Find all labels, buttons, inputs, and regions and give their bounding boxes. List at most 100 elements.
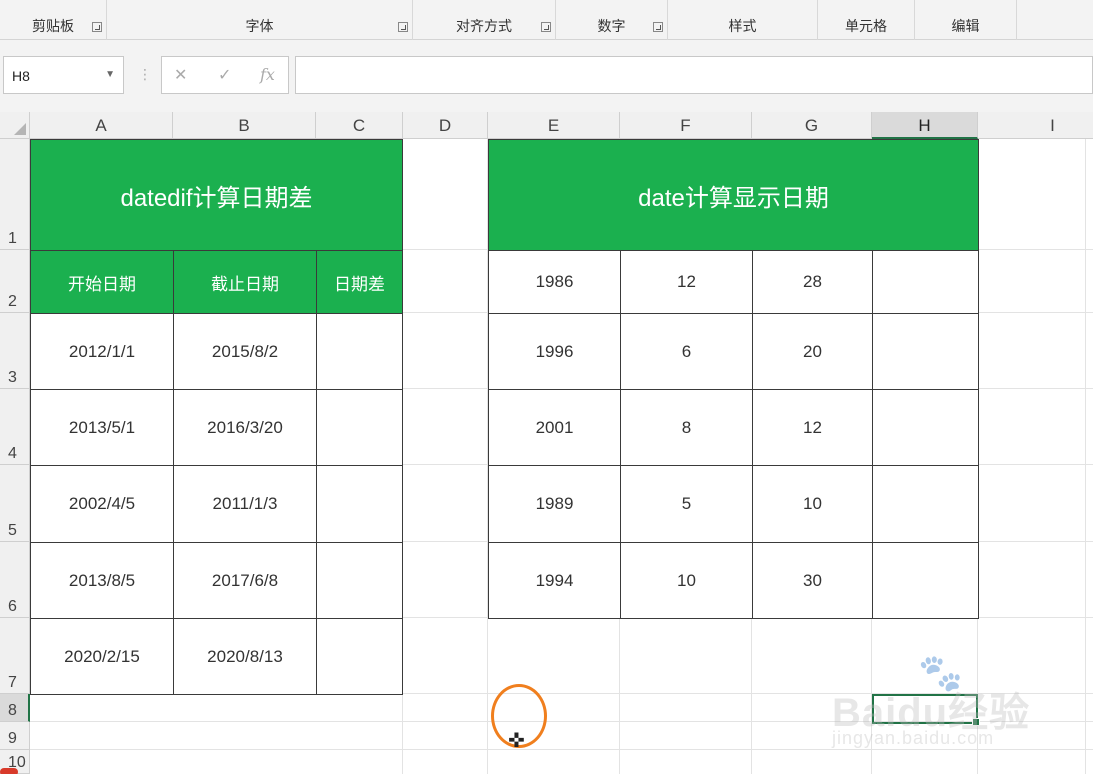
ribbon-group-font[interactable]: 字体 — [107, 0, 413, 40]
row-header-4[interactable]: 4 — [0, 389, 30, 465]
row-header-3[interactable]: 3 — [0, 313, 30, 389]
row-number: 7 — [8, 674, 17, 691]
ribbon-group-label: 字体 — [245, 18, 274, 34]
formula-bar: H8 ▼ ⋮ ✕ ✓ fx — [0, 40, 1093, 112]
date-table: date计算显示日期 1986 12 28 1996 6 20 2001 8 1… — [488, 139, 979, 619]
start-date-cell[interactable]: 2002/4/5 — [31, 466, 174, 543]
ribbon-group-label: 样式 — [728, 18, 757, 34]
end-date-cell[interactable]: 2020/8/13 — [174, 619, 317, 695]
day-cell[interactable]: 20 — [753, 314, 873, 390]
ribbon-group-cells[interactable]: 单元格 — [818, 0, 915, 40]
ribbon-group-editing[interactable]: 编辑 — [915, 0, 1017, 40]
dialog-launcher-icon[interactable] — [653, 22, 663, 32]
header-date-diff[interactable]: 日期差 — [317, 251, 403, 314]
watermark-url: jingyan.baidu.com — [832, 728, 995, 748]
datedif-title[interactable]: datedif计算日期差 — [31, 140, 403, 251]
row-header-8[interactable]: 8 — [0, 694, 30, 722]
ribbon-group-number[interactable]: 数字 — [556, 0, 668, 40]
end-date-cell[interactable]: 2015/8/2 — [174, 314, 317, 390]
cancel-icon[interactable]: ✕ — [174, 65, 187, 85]
date-diff-cell[interactable] — [317, 314, 403, 390]
date-diff-cell[interactable] — [317, 543, 403, 619]
end-date-cell[interactable]: 2011/1/3 — [174, 466, 317, 543]
insert-function-icon[interactable]: fx — [260, 65, 275, 84]
row-number: 5 — [8, 522, 17, 539]
ribbon-group-label: 单元格 — [845, 18, 887, 34]
recording-indicator — [0, 768, 18, 774]
column-header-h[interactable]: H — [872, 112, 978, 139]
year-cell[interactable]: 1986 — [489, 251, 621, 314]
select-all-corner[interactable] — [0, 112, 30, 139]
start-date-cell[interactable]: 2013/5/1 — [31, 390, 174, 466]
year-cell[interactable]: 1994 — [489, 543, 621, 619]
result-cell[interactable] — [873, 251, 979, 314]
dialog-launcher-icon[interactable] — [398, 22, 408, 32]
row-number: 3 — [8, 369, 17, 386]
column-header-i[interactable]: I — [978, 112, 1093, 139]
end-date-cell[interactable]: 2017/6/8 — [174, 543, 317, 619]
column-header-f[interactable]: F — [620, 112, 752, 139]
row-number: 9 — [8, 730, 17, 747]
baidu-watermark: 🐾 Baidu经验 jingyan.baidu.com — [832, 652, 1038, 752]
start-date-cell[interactable]: 2012/1/1 — [31, 314, 174, 390]
row-header-2[interactable]: 2 — [0, 250, 30, 313]
row-header-6[interactable]: 6 — [0, 542, 30, 618]
month-cell[interactable]: 10 — [621, 543, 753, 619]
formula-buttons: ✕ ✓ fx — [161, 56, 289, 94]
month-cell[interactable]: 8 — [621, 390, 753, 466]
ribbon-group-styles[interactable]: 样式 — [668, 0, 818, 40]
date-diff-cell[interactable] — [317, 466, 403, 543]
month-cell[interactable]: 6 — [621, 314, 753, 390]
result-cell[interactable] — [873, 390, 979, 466]
column-header-c[interactable]: C — [316, 112, 403, 139]
column-header-b[interactable]: B — [173, 112, 316, 139]
cell-cursor-icon: ✜ — [508, 730, 525, 752]
row-header-9[interactable]: 9 — [0, 722, 30, 750]
date-title[interactable]: date计算显示日期 — [489, 140, 979, 251]
row-number: 8 — [8, 702, 17, 719]
ribbon-group-labels: 剪贴板 字体 对齐方式 数字 样式 单元格 编辑 — [0, 0, 1093, 40]
header-start-date[interactable]: 开始日期 — [31, 251, 174, 314]
ribbon-group-label: 数字 — [597, 18, 626, 34]
year-cell[interactable]: 1989 — [489, 466, 621, 543]
datedif-table: datedif计算日期差 开始日期 截止日期 日期差 2012/1/1 2015… — [30, 139, 403, 695]
dialog-launcher-icon[interactable] — [92, 22, 102, 32]
drag-handle-icon[interactable]: ⋮ — [138, 66, 152, 83]
row-header-5[interactable]: 5 — [0, 465, 30, 542]
row-header-1[interactable]: 1 — [0, 139, 30, 250]
date-diff-cell[interactable] — [317, 619, 403, 695]
day-cell[interactable]: 28 — [753, 251, 873, 314]
row-number: 6 — [8, 598, 17, 615]
column-header-g[interactable]: G — [752, 112, 872, 139]
name-box[interactable]: H8 ▼ — [3, 56, 124, 94]
start-date-cell[interactable]: 2020/2/15 — [31, 619, 174, 695]
row-header-7[interactable]: 7 — [0, 618, 30, 694]
formula-input[interactable] — [295, 56, 1093, 94]
day-cell[interactable]: 12 — [753, 390, 873, 466]
enter-icon[interactable]: ✓ — [218, 65, 231, 85]
dialog-launcher-icon[interactable] — [541, 22, 551, 32]
name-box-value: H8 — [12, 68, 30, 84]
column-header-d[interactable]: D — [403, 112, 488, 139]
end-date-cell[interactable]: 2016/3/20 — [174, 390, 317, 466]
result-cell[interactable] — [873, 466, 979, 543]
day-cell[interactable]: 10 — [753, 466, 873, 543]
result-cell[interactable] — [873, 314, 979, 390]
month-cell[interactable]: 5 — [621, 466, 753, 543]
column-header-e[interactable]: E — [488, 112, 620, 139]
gridline — [1085, 139, 1086, 774]
ribbon-group-label: 对齐方式 — [456, 18, 512, 34]
date-diff-cell[interactable] — [317, 390, 403, 466]
year-cell[interactable]: 2001 — [489, 390, 621, 466]
column-header-a[interactable]: A — [30, 112, 173, 139]
month-cell[interactable]: 12 — [621, 251, 753, 314]
chevron-down-icon[interactable]: ▼ — [105, 69, 115, 80]
ribbon-group-alignment[interactable]: 对齐方式 — [413, 0, 556, 40]
result-cell[interactable] — [873, 543, 979, 619]
ribbon-group-clipboard[interactable]: 剪贴板 — [0, 0, 107, 40]
day-cell[interactable]: 30 — [753, 543, 873, 619]
year-cell[interactable]: 1996 — [489, 314, 621, 390]
ribbon-group-label: 编辑 — [951, 18, 980, 34]
start-date-cell[interactable]: 2013/8/5 — [31, 543, 174, 619]
header-end-date[interactable]: 截止日期 — [174, 251, 317, 314]
